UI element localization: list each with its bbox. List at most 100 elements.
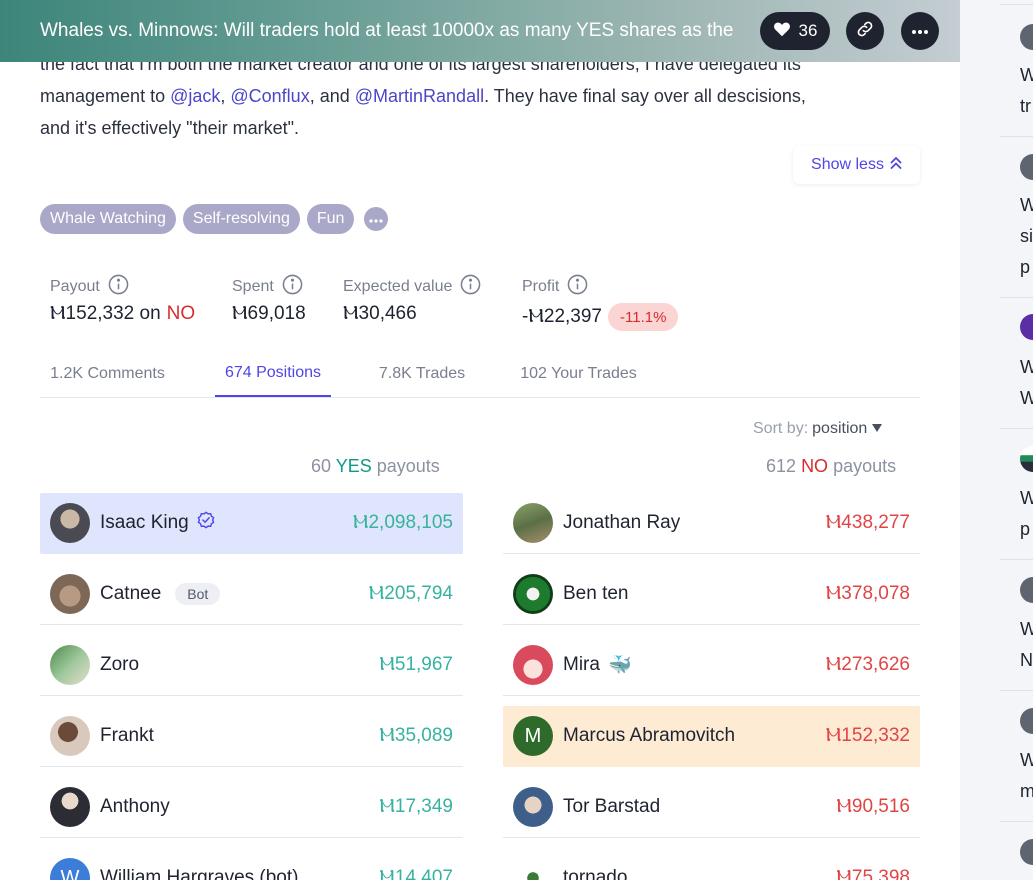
position-user-name[interactable]: Ben ten (563, 583, 629, 605)
position-row[interactable]: Jonathan Ray Ⲙ438,277 (503, 493, 920, 554)
related-market-item[interactable]: Wp (1020, 483, 1033, 545)
position-row[interactable]: M Marcus Abramovitch Ⲙ152,332 (503, 706, 920, 767)
like-count: 36 (798, 21, 818, 40)
avatar[interactable] (50, 645, 90, 685)
avatar[interactable] (50, 787, 90, 827)
info-icon[interactable] (282, 274, 303, 300)
mention-martinrandall-link[interactable]: @MartinRandall (355, 86, 484, 106)
related-market-text: W (1020, 195, 1033, 215)
info-icon[interactable] (108, 274, 129, 300)
yes-suffix: payouts (376, 456, 440, 476)
show-less-button[interactable]: Show less (793, 146, 920, 184)
info-icon[interactable] (567, 274, 588, 300)
yes-payouts-header: 60 YES payouts (311, 456, 440, 477)
app-page: the fact that I'm both the market creato… (0, 0, 1033, 880)
market-title[interactable]: Whales vs. Minnows: Will traders hold at… (40, 20, 742, 42)
position-amount: Ⲙ438,277 (825, 512, 910, 533)
position-user-name[interactable]: Zoro (100, 654, 139, 676)
position-user-name[interactable]: Jonathan Ray (563, 512, 680, 534)
tag-whale-watching[interactable]: Whale Watching (40, 204, 176, 234)
yes-count: 60 (311, 456, 332, 476)
chevron-double-up-icon (890, 156, 902, 175)
position-amount: Ⲙ378,078 (825, 583, 910, 604)
copy-link-button[interactable] (846, 12, 884, 50)
related-market-text: W (1020, 619, 1033, 639)
avatar[interactable] (1020, 154, 1033, 180)
expected-value-label: Expected value (343, 278, 453, 295)
related-market-text: p (1020, 519, 1031, 539)
related-market-text: m (1020, 781, 1033, 801)
position-amount: Ⲙ2,098,105 (352, 512, 453, 533)
tab-comments[interactable]: 1.2K Comments (40, 350, 175, 397)
avatar[interactable] (1020, 839, 1033, 865)
position-row[interactable]: Isaac King Ⲙ2,098,105 (40, 493, 463, 554)
position-row[interactable]: Mira 🐳 Ⲙ273,626 (503, 635, 920, 696)
caret-down-icon (871, 420, 883, 438)
avatar[interactable] (1020, 577, 1033, 603)
avatar[interactable] (513, 503, 553, 543)
yes-outcome-label: YES (335, 456, 372, 476)
position-row[interactable]: tornado Ⲙ75,398 (503, 848, 920, 880)
position-row[interactable]: Frankt Ⲙ35,089 (40, 706, 463, 767)
related-market-item[interactable]: Wtr (1020, 60, 1033, 122)
position-row[interactable]: Anthony Ⲙ17,349 (40, 777, 463, 838)
description-line-3: and it's effectively "their market". (40, 118, 299, 138)
related-market-item[interactable]: WN (1020, 614, 1033, 676)
position-user-name[interactable]: William Hargraves (bot) (100, 867, 298, 880)
related-market-text: W (1020, 750, 1033, 770)
avatar[interactable] (50, 503, 90, 543)
related-market-text: p (1020, 257, 1031, 277)
ellipsis-icon (369, 210, 384, 228)
position-row[interactable]: Catnee Bot Ⲙ205,794 (40, 564, 463, 625)
description-line-2: management to @jack, @Conflux, and @Mart… (40, 80, 920, 112)
position-amount: Ⲙ14,407 (379, 867, 453, 880)
avatar[interactable] (1020, 314, 1033, 340)
position-user-name[interactable]: Frankt (100, 725, 154, 747)
position-user-name[interactable]: Marcus Abramovitch (563, 725, 735, 747)
avatar[interactable]: M (513, 716, 553, 756)
position-row[interactable]: W William Hargraves (bot) Ⲙ14,407 (40, 848, 463, 880)
position-amount: Ⲙ17,349 (379, 796, 453, 817)
tag-self-resolving[interactable]: Self-resolving (182, 204, 300, 234)
more-tags-button[interactable] (364, 207, 389, 231)
info-icon[interactable] (460, 274, 481, 300)
avatar[interactable] (1020, 708, 1033, 734)
avatar[interactable] (1020, 24, 1033, 50)
tab-trades[interactable]: 7.8K Trades (370, 350, 474, 397)
position-row[interactable]: Zoro Ⲙ51,967 (40, 635, 463, 696)
avatar[interactable] (513, 858, 553, 880)
related-market-item[interactable]: Wm (1020, 745, 1033, 807)
position-user-name[interactable]: Mira 🐳 (563, 653, 632, 677)
position-row[interactable]: Ben ten Ⲙ378,078 (503, 564, 920, 625)
position-user-name[interactable]: Catnee Bot (100, 583, 221, 605)
profit-label-row: Profit (522, 274, 678, 300)
avatar[interactable]: W (50, 858, 90, 880)
avatar[interactable] (513, 787, 553, 827)
position-user-name[interactable]: Tor Barstad (563, 796, 660, 818)
related-market-item[interactable]: WW (1020, 352, 1033, 414)
position-user-name[interactable]: Anthony (100, 796, 170, 818)
avatar[interactable] (1020, 446, 1033, 472)
tab-your-trades[interactable]: 102 Your Trades (511, 350, 646, 397)
payout-value: Ⲙ152,332 on (50, 303, 161, 324)
avatar[interactable] (50, 574, 90, 614)
mention-conflux-link[interactable]: @Conflux (230, 86, 309, 106)
sort-selector[interactable]: Sort by: position (753, 420, 883, 438)
position-user-name[interactable]: tornado (563, 867, 627, 880)
related-market-item[interactable]: Wsi p (1020, 190, 1033, 283)
avatar[interactable] (513, 645, 553, 685)
position-user-name[interactable]: Isaac King (100, 511, 215, 535)
avatar[interactable] (513, 574, 553, 614)
like-button[interactable]: 36 (760, 12, 830, 50)
no-payouts-header: 612 NO payouts (766, 456, 896, 477)
no-suffix: payouts (833, 456, 897, 476)
mention-jack-link[interactable]: @jack (170, 86, 220, 106)
market-description: the fact that I'm both the market creato… (40, 48, 920, 144)
position-row[interactable]: Tor Barstad Ⲙ90,516 (503, 777, 920, 838)
more-options-button[interactable] (901, 12, 939, 50)
avatar[interactable] (50, 716, 90, 756)
payout-outcome: NO (166, 303, 196, 324)
tab-positions[interactable]: 674 Positions (215, 350, 331, 397)
expected-value: Ⲙ30,466 (343, 303, 417, 324)
tag-fun[interactable]: Fun (306, 204, 355, 234)
